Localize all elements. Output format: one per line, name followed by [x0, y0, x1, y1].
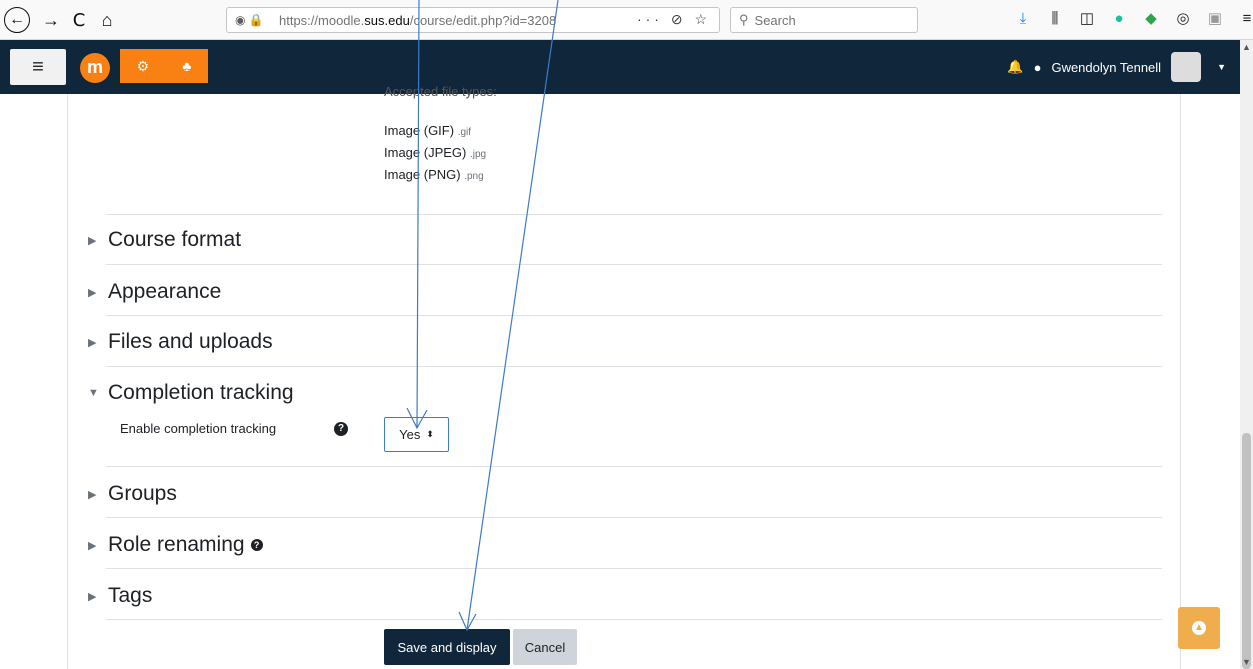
search-icon: ⚲ [739, 12, 749, 27]
section-groups[interactable]: ▶ Groups [88, 482, 177, 506]
menu-toggle-button[interactable]: ≡ [10, 49, 66, 85]
section-course-format[interactable]: ▶ Course format [88, 228, 241, 252]
chevron-right-icon: ▶ [88, 539, 97, 552]
chevron-right-icon: ▶ [88, 336, 97, 349]
sitemap-icon[interactable]: ♣ [182, 58, 191, 74]
page-scrollbar[interactable]: ▲ ▼ [1240, 40, 1253, 669]
extension-icons: ⤓ ⫼ ◫ ● ◆ ◎ ▣ ≡ [1014, 10, 1253, 28]
grammarly-icon[interactable]: ● [1110, 10, 1128, 28]
forward-icon[interactable]: → [38, 7, 64, 33]
menu-icon[interactable]: ≡ [1238, 10, 1253, 28]
divider [106, 315, 1162, 316]
chevron-right-icon: ▶ [88, 234, 97, 247]
chevron-right-icon: ▶ [88, 488, 97, 501]
file-type-jpeg: Image (JPEG) .jpg [384, 145, 487, 160]
chevron-up-icon: ▲ [1192, 621, 1206, 635]
save-and-display-button[interactable]: Save and display [384, 629, 510, 665]
back-icon[interactable]: ← [4, 7, 30, 33]
extension-icon[interactable]: ◎ [1174, 10, 1192, 28]
divider [106, 264, 1162, 265]
bell-icon[interactable]: 🔔 [1007, 59, 1023, 75]
scroll-up-icon[interactable]: ▲ [1242, 42, 1251, 52]
divider [106, 466, 1162, 467]
chevron-right-icon: ▶ [88, 590, 97, 603]
download-icon[interactable]: ⤓ [1014, 10, 1032, 28]
moodle-navbar: ≡ m ⚙ ♣ 🔔 ● Gwendolyn Tennell ▼ [0, 40, 1240, 94]
library-icon[interactable]: ⫼ [1046, 10, 1064, 28]
cancel-button[interactable]: Cancel [513, 629, 577, 665]
caret-down-icon[interactable]: ▼ [1217, 62, 1226, 72]
chevron-right-icon: ▶ [88, 286, 97, 299]
admin-tools: ⚙ ♣ [120, 49, 208, 83]
select-arrows-icon: ⬍ [426, 429, 434, 439]
divider [106, 568, 1162, 569]
reload-icon[interactable]: C [66, 7, 92, 33]
divider [106, 366, 1162, 367]
home-icon[interactable]: ⌂ [94, 7, 120, 33]
section-files-uploads[interactable]: ▶ Files and uploads [88, 330, 273, 354]
section-appearance[interactable]: ▶ Appearance [88, 280, 221, 304]
divider [106, 619, 1162, 620]
accepted-file-types-heading: Accepted file types: [384, 84, 497, 99]
help-icon[interactable]: ? [250, 539, 263, 551]
avatar[interactable] [1171, 52, 1202, 82]
section-tags[interactable]: ▶ Tags [88, 584, 152, 608]
section-completion-tracking[interactable]: ▼ Completion tracking [88, 381, 294, 405]
extension-2-icon[interactable]: ▣ [1206, 10, 1224, 28]
file-type-png: Image (PNG) .png [384, 167, 484, 182]
moodle-logo[interactable]: m [80, 53, 110, 83]
page-actions-icon[interactable]: ··· ⊘ ☆ [637, 11, 711, 28]
lock-icon: ◉ 🔒 [235, 13, 264, 27]
back-to-top-button[interactable]: ▲ [1178, 607, 1220, 649]
sidebar-icon[interactable]: ◫ [1078, 10, 1096, 28]
user-area: 🔔 ● Gwendolyn Tennell ▼ [1007, 52, 1226, 82]
chevron-down-icon: ▼ [88, 387, 99, 399]
gears-icon[interactable]: ⚙ [137, 58, 150, 75]
file-type-gif: Image (GIF) .gif [384, 123, 472, 138]
divider [106, 214, 1162, 215]
user-name[interactable]: Gwendolyn Tennell [1051, 60, 1161, 75]
section-role-renaming[interactable]: ▶ Role renaming? [88, 533, 263, 557]
url-text[interactable]: https://moodle.sus.edu/course/edit.php?i… [279, 13, 556, 28]
completion-tracking-label: Enable completion tracking [120, 421, 277, 436]
scroll-down-icon[interactable]: ▼ [1242, 657, 1251, 667]
scroll-thumb[interactable] [1242, 433, 1251, 669]
shield-extension-icon[interactable]: ◆ [1142, 10, 1160, 28]
help-icon[interactable]: ? [334, 422, 348, 436]
chat-icon[interactable]: ● [1034, 60, 1042, 75]
divider [106, 517, 1162, 518]
completion-tracking-select[interactable]: Yes ⬍ [384, 417, 449, 452]
url-bar[interactable]: ◉ 🔒 https://moodle.sus.edu/course/edit.p… [226, 7, 720, 33]
browser-toolbar: ← → C ⌂ ◉ 🔒 https://moodle.sus.edu/cours… [0, 0, 1253, 40]
browser-search-input[interactable]: ⚲ Search [730, 7, 918, 33]
